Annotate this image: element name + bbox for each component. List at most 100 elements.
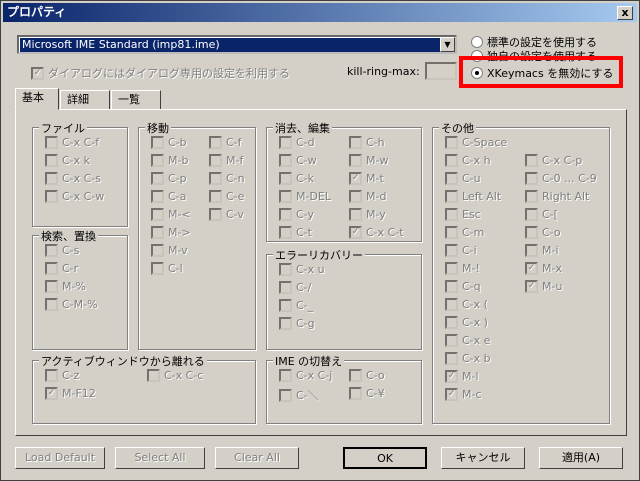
option-checkbox[interactable]: ✓ M-u	[525, 280, 562, 293]
option-label: C-r	[62, 262, 79, 275]
option-checkbox[interactable]: M-!	[445, 262, 480, 275]
option-checkbox[interactable]: ✓ M-x	[525, 262, 562, 275]
close-button[interactable]: x	[617, 6, 633, 20]
option-checkbox[interactable]: C-v	[209, 208, 244, 221]
load-default-button[interactable]: Load Default	[15, 447, 105, 469]
option-checkbox[interactable]: C-y	[279, 208, 314, 221]
option-checkbox[interactable]: C-x e	[445, 334, 490, 347]
option-checkbox[interactable]: C-t	[279, 226, 312, 239]
checkbox-icon	[525, 190, 538, 203]
option-checkbox[interactable]: C-[	[525, 208, 558, 221]
ime-select-value: Microsoft IME Standard (imp81.ime)	[20, 38, 440, 52]
tab-basic[interactable]: 基本	[15, 88, 59, 110]
option-checkbox[interactable]: Esc	[445, 208, 481, 221]
ime-select[interactable]: Microsoft IME Standard (imp81.ime) ▼	[17, 35, 457, 54]
option-checkbox[interactable]: ✓ M-t	[349, 172, 384, 185]
option-checkbox[interactable]: C-g	[279, 317, 315, 330]
option-checkbox[interactable]: C-x h	[445, 154, 491, 167]
cancel-button[interactable]: キャンセル	[441, 447, 525, 469]
option-checkbox[interactable]: C-_	[279, 299, 313, 312]
option-checkbox[interactable]: C-＼	[279, 387, 319, 403]
option-checkbox[interactable]: M-DEL	[279, 190, 331, 203]
checkbox-icon	[279, 154, 292, 167]
option-checkbox[interactable]: M-y	[349, 208, 386, 221]
option-checkbox[interactable]: C-z	[45, 369, 79, 382]
option-checkbox[interactable]: C-x C-f	[45, 136, 99, 149]
group-title: アクティブウィンドウから離れる	[39, 353, 207, 369]
option-checkbox[interactable]: M-f	[209, 154, 243, 167]
apply-button[interactable]: 適用(A)	[539, 447, 623, 469]
option-checkbox[interactable]: C-m	[445, 226, 484, 239]
option-checkbox[interactable]: Left Alt	[445, 190, 501, 203]
option-checkbox[interactable]: M-i	[525, 244, 559, 257]
option-checkbox[interactable]: C-/	[279, 281, 311, 294]
option-checkbox[interactable]: C-x u	[279, 263, 325, 276]
checkbox-icon	[445, 334, 458, 347]
option-checkbox[interactable]: C-h	[349, 136, 385, 149]
option-checkbox[interactable]: M-%	[45, 280, 86, 293]
tab-detail[interactable]: 詳細	[60, 90, 110, 110]
option-checkbox[interactable]: C-x k	[45, 154, 90, 167]
select-all-button[interactable]: Select All	[115, 447, 205, 469]
option-checkbox[interactable]: C-x C-p	[525, 154, 582, 167]
option-checkbox[interactable]: C-M-%	[45, 298, 98, 311]
option-checkbox[interactable]: C-x (	[445, 298, 488, 311]
option-checkbox[interactable]: C-n	[209, 172, 245, 185]
option-label: M-l	[462, 370, 479, 383]
kill-ring-input[interactable]	[425, 62, 457, 80]
option-checkbox[interactable]: C-e	[209, 190, 244, 203]
group-file: ファイル C-x C-f C-x k C-x C-s C-x C-w	[32, 120, 128, 227]
option-checkbox[interactable]: Right Alt	[525, 190, 589, 203]
option-checkbox[interactable]: C-o	[525, 226, 561, 239]
option-checkbox[interactable]: ✓ C-x C-t	[349, 226, 404, 239]
option-checkbox[interactable]: C-l	[151, 262, 183, 275]
option-checkbox[interactable]: M-w	[349, 154, 388, 167]
option-checkbox[interactable]: C-u	[445, 172, 481, 185]
option-checkbox[interactable]: M-<	[151, 208, 191, 221]
option-checkbox[interactable]: M-d	[349, 190, 386, 203]
option-checkbox[interactable]: C-w	[279, 154, 317, 167]
checkbox-icon	[209, 136, 222, 149]
option-checkbox[interactable]: C-x C-c	[147, 369, 203, 382]
option-label: C-x )	[462, 316, 488, 329]
option-checkbox[interactable]: ✓ M-F12	[45, 387, 96, 400]
ok-button[interactable]: OK	[343, 447, 427, 469]
option-checkbox[interactable]: C-s	[45, 244, 79, 257]
option-checkbox[interactable]: C-o	[349, 369, 385, 382]
option-checkbox[interactable]: C-b	[151, 136, 187, 149]
option-checkbox[interactable]: C-q	[445, 280, 481, 293]
option-label: C-l	[168, 262, 183, 275]
checkbox-icon	[45, 136, 58, 149]
option-checkbox[interactable]: C-i	[445, 244, 477, 257]
option-checkbox[interactable]: C-x C-w	[45, 190, 104, 203]
option-checkbox[interactable]: C-0 ... C-9	[525, 172, 597, 185]
radio-disable[interactable]: XKeymacs を無効にする	[471, 65, 613, 81]
option-checkbox[interactable]: C-r	[45, 262, 78, 275]
option-checkbox[interactable]: M->	[151, 226, 191, 239]
checkbox-icon	[279, 281, 292, 294]
option-label: M-i	[542, 244, 559, 257]
option-checkbox[interactable]: C-k	[279, 172, 314, 185]
dialog-setting-checkbox[interactable]: ✓ ダイアログにはダイアログ専用の設定を利用する	[31, 65, 290, 81]
tab-list[interactable]: 一覧	[111, 90, 161, 110]
option-checkbox[interactable]: C-x )	[445, 316, 488, 329]
chevron-down-icon[interactable]: ▼	[440, 37, 455, 52]
option-checkbox[interactable]: C-x C-s	[45, 172, 101, 185]
option-checkbox[interactable]: C-x b	[445, 352, 491, 365]
checkbox-icon	[445, 154, 458, 167]
option-checkbox[interactable]: C-p	[151, 172, 187, 185]
option-checkbox[interactable]: M-b	[151, 154, 188, 167]
option-checkbox[interactable]: C-d	[279, 136, 315, 149]
option-checkbox[interactable]: C-f	[209, 136, 242, 149]
option-label: C-y	[296, 208, 314, 221]
option-checkbox[interactable]: C-x C-j	[279, 369, 332, 382]
option-checkbox[interactable]: C-¥	[349, 387, 385, 400]
checkbox-icon	[45, 154, 58, 167]
option-checkbox[interactable]: M-v	[151, 244, 188, 257]
clear-all-button[interactable]: Clear All	[215, 447, 299, 469]
option-checkbox[interactable]: C-Space	[445, 136, 507, 149]
option-checkbox[interactable]: ✓ M-c	[445, 388, 482, 401]
option-label: C-x b	[462, 352, 491, 365]
option-checkbox[interactable]: ✓ M-l	[445, 370, 479, 383]
option-checkbox[interactable]: C-a	[151, 190, 186, 203]
